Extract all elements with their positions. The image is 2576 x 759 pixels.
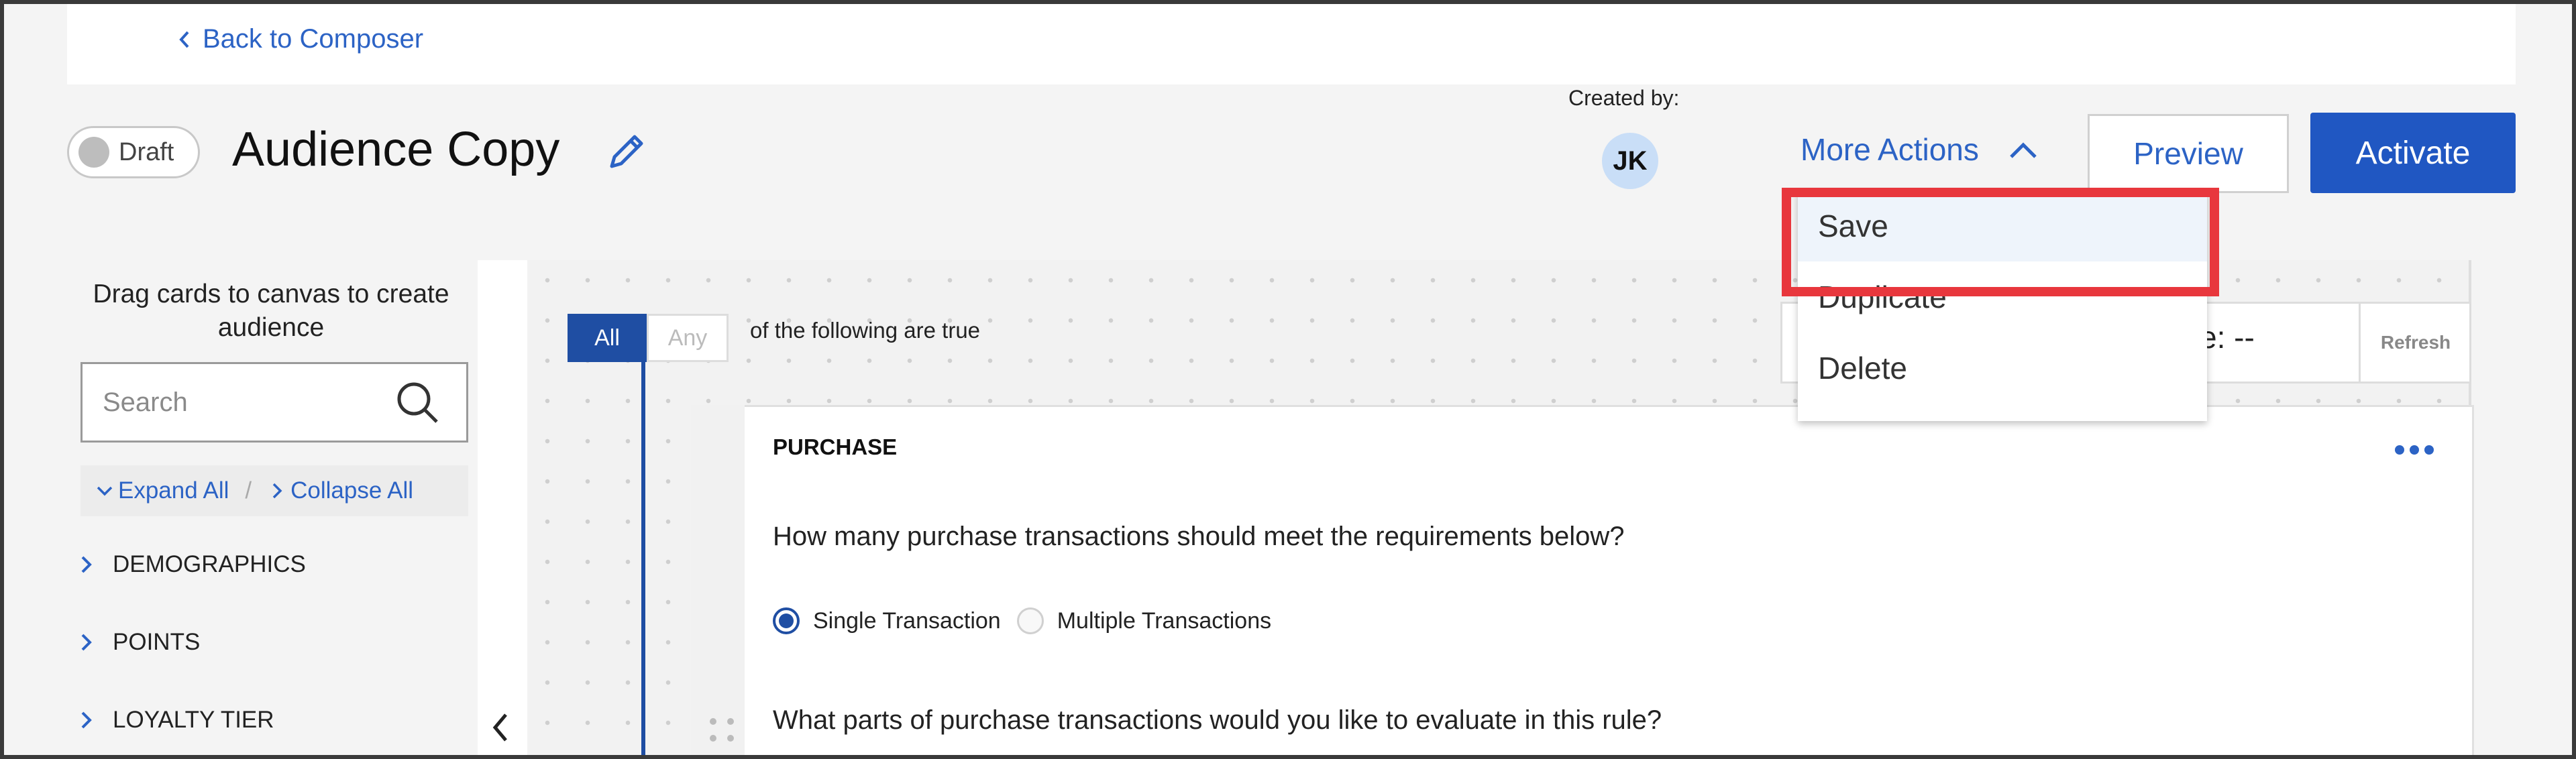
window-frame bbox=[0, 0, 2576, 759]
